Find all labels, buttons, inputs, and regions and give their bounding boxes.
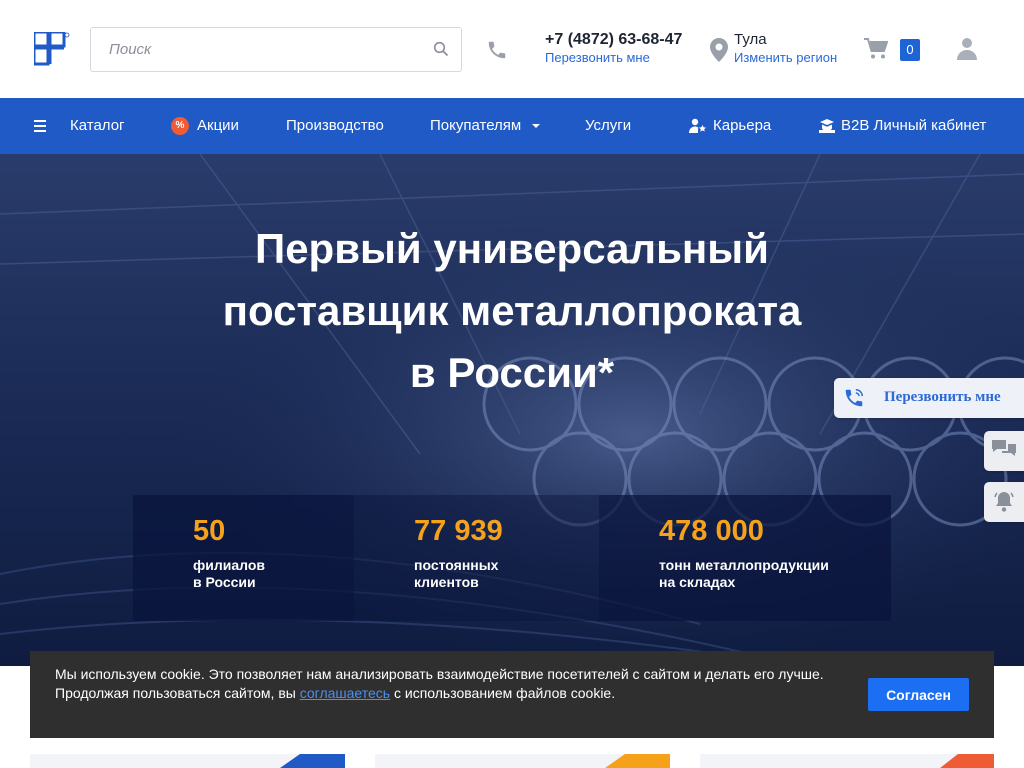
stat-description: постоянных клиентов: [414, 557, 498, 591]
stat-description-line-1: филиалов: [193, 557, 266, 573]
stat-description-line-2: на складах: [659, 574, 736, 590]
nav-production-label: Производство: [286, 117, 384, 134]
cookie-banner: Мы используем cookie. Это позволяет нам …: [30, 651, 994, 738]
nav-promotions-label: Акции: [197, 117, 239, 134]
site-header: +7 (4872) 63-68-47 Перезвонить мне Тула …: [0, 0, 1024, 98]
city-name: Тула: [734, 31, 767, 48]
nav-b2b-cabinet[interactable]: B2B Личный кабинет: [819, 98, 986, 154]
card-decoration-icon: [940, 754, 994, 768]
stat-branches: 50 филиалов в России: [133, 495, 354, 621]
nav-catalog[interactable]: Каталог: [70, 98, 125, 154]
stat-description: филиалов в России: [193, 557, 265, 591]
stat-description-line-1: тонн металлопродукции: [659, 557, 829, 573]
cookie-agreement-link[interactable]: соглашаетесь: [300, 685, 390, 701]
cookie-accept-button[interactable]: Согласен: [868, 678, 969, 711]
stat-description: тонн металлопродукции на складах: [659, 557, 829, 591]
card-decoration-icon: [605, 754, 670, 768]
change-region-link[interactable]: Изменить регион: [734, 50, 837, 65]
cart-count-badge[interactable]: 0: [900, 39, 920, 61]
hamburger-icon[interactable]: [34, 120, 46, 132]
nav-for-buyers-label: Покупателям: [430, 117, 522, 134]
stat-description-line-2: клиентов: [414, 574, 479, 590]
hero-title: Первый универсальный поставщик металлопр…: [112, 218, 912, 404]
notifications-button[interactable]: [984, 482, 1024, 522]
nav-production[interactable]: Производство: [286, 98, 384, 154]
cabinet-icon: [819, 119, 835, 134]
cookie-text-prefix: Продолжая пользоваться сайтом, вы: [55, 685, 296, 701]
nav-b2b-cabinet-label: B2B Личный кабинет: [841, 117, 987, 134]
hero-title-line-2: поставщик металлопроката: [222, 287, 802, 334]
nav-services-label: Услуги: [585, 117, 632, 134]
callback-widget-label: Перезвонить мне: [884, 389, 1001, 405]
company-logo[interactable]: [34, 32, 70, 66]
stat-description-line-2: в России: [193, 574, 256, 590]
percent-badge-icon: %: [171, 117, 189, 136]
category-card[interactable]: [700, 754, 994, 768]
main-nav: Каталог % Акции Производство Покупателям …: [0, 98, 1024, 154]
nav-services[interactable]: Услуги: [585, 98, 631, 154]
phone-call-icon: [845, 389, 863, 407]
category-card[interactable]: [375, 754, 670, 768]
stat-description-line-1: постоянных: [414, 557, 499, 573]
caret-down-icon: [532, 124, 541, 129]
location-pin-icon: [710, 38, 728, 62]
card-decoration-icon: [280, 754, 345, 768]
cookie-text-line-2: Продолжая пользоваться сайтом, вы соглаш…: [55, 684, 835, 703]
callback-link[interactable]: Перезвонить мне: [545, 50, 650, 65]
stat-clients: 77 939 постоянных клиентов: [354, 495, 599, 621]
stat-value: 50: [193, 515, 226, 547]
nav-for-buyers[interactable]: Покупателям: [430, 98, 541, 154]
callback-widget-button[interactable]: Перезвонить мне: [834, 378, 1024, 418]
chat-button[interactable]: [984, 431, 1024, 471]
search-box[interactable]: [90, 27, 462, 72]
bell-icon: [994, 492, 1014, 512]
category-card[interactable]: [30, 754, 345, 768]
cart-icon[interactable]: [864, 38, 888, 60]
stat-value: 77 939: [414, 515, 503, 547]
person-star-icon: [689, 118, 706, 134]
cookie-text: Мы используем cookie. Это позволяет нам …: [55, 665, 835, 703]
nav-career[interactable]: Карьера: [689, 98, 771, 154]
search-input[interactable]: [91, 28, 411, 71]
user-account-icon[interactable]: [957, 37, 977, 61]
stat-tonnage: 478 000 тонн металлопродукции на складах: [599, 495, 891, 621]
chat-bubbles-icon: [992, 440, 1016, 456]
hero-title-line-1: Первый универсальный: [255, 225, 769, 272]
phone-icon: [488, 41, 506, 59]
search-icon[interactable]: [433, 41, 449, 57]
nav-career-label: Карьера: [713, 117, 772, 134]
hero-title-line-3: в России*: [409, 349, 615, 396]
phone-number[interactable]: +7 (4872) 63-68-47: [545, 31, 682, 49]
cookie-text-suffix: с использованием файлов cookie.: [393, 685, 616, 701]
stat-value: 478 000: [659, 515, 764, 547]
nav-catalog-label: Каталог: [70, 117, 125, 134]
nav-promotions[interactable]: % Акции: [171, 98, 239, 154]
cookie-text-line-1: Мы используем cookie. Это позволяет нам …: [55, 666, 824, 682]
